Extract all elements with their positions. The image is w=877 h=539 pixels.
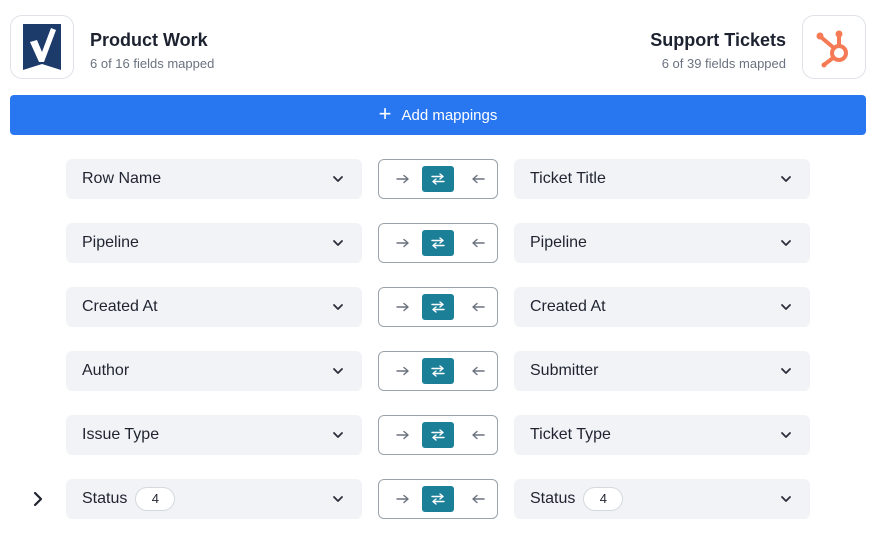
- right-field-select[interactable]: Ticket Title: [514, 159, 810, 199]
- sync-bidirectional-icon[interactable]: [422, 358, 454, 384]
- mapping-row: Status 4 Status 4: [0, 479, 877, 519]
- chevron-down-icon: [780, 364, 792, 376]
- sync-direction-control: [378, 479, 498, 519]
- smartsheet-logo-icon: [10, 15, 74, 79]
- mapping-row: Pipeline Pipeline: [0, 223, 877, 263]
- right-field-select[interactable]: Status 4: [514, 479, 810, 519]
- right-field-select[interactable]: Pipeline: [514, 223, 810, 263]
- chevron-down-icon: [780, 236, 792, 248]
- sync-right-to-left-icon[interactable]: [462, 358, 494, 384]
- left-field-label: Pipeline: [82, 234, 139, 251]
- chevron-down-icon: [780, 428, 792, 440]
- sync-left-to-right-icon[interactable]: [387, 166, 419, 192]
- left-field-select[interactable]: Pipeline: [66, 223, 362, 263]
- right-field-count-badge: 4: [583, 487, 624, 511]
- sync-right-to-left-icon[interactable]: [462, 166, 494, 192]
- sync-left-to-right-icon[interactable]: [387, 422, 419, 448]
- left-field-count-badge: 4: [135, 487, 176, 511]
- right-field-label: Submitter: [530, 362, 599, 379]
- sync-direction-control: [378, 223, 498, 263]
- right-app-name: Support Tickets: [650, 30, 786, 50]
- right-field-select[interactable]: Submitter: [514, 351, 810, 391]
- left-field-label: Status: [82, 490, 128, 507]
- sync-bidirectional-icon[interactable]: [422, 166, 454, 192]
- sync-right-to-left-icon[interactable]: [462, 294, 494, 320]
- sync-left-to-right-icon[interactable]: [387, 294, 419, 320]
- right-field-label: Pipeline: [530, 234, 587, 251]
- sync-bidirectional-icon[interactable]: [422, 294, 454, 320]
- left-field-select[interactable]: Author: [66, 351, 362, 391]
- right-field-label: Ticket Title: [530, 170, 606, 187]
- left-field-select[interactable]: Issue Type: [66, 415, 362, 455]
- chevron-down-icon: [780, 300, 792, 312]
- left-field-label: Author: [82, 362, 130, 379]
- right-field-select[interactable]: Ticket Type: [514, 415, 810, 455]
- left-field-select[interactable]: Status 4: [66, 479, 362, 519]
- right-app-mapped-count: 6 of 39 fields mapped: [661, 56, 786, 71]
- left-field-label: Row Name: [82, 170, 162, 187]
- sync-left-to-right-icon[interactable]: [387, 230, 419, 256]
- hubspot-logo-icon: [802, 15, 866, 79]
- mapping-row: Issue Type Ticket Type: [0, 415, 877, 455]
- right-field-select[interactable]: Created At: [514, 287, 810, 327]
- sync-direction-control: [378, 159, 498, 199]
- left-field-select[interactable]: Row Name: [66, 159, 362, 199]
- right-field-label: Created At: [530, 298, 606, 315]
- expand-row-chevron-right-icon[interactable]: [30, 491, 46, 507]
- chevron-down-icon: [332, 236, 344, 248]
- left-app-name: Product Work: [90, 30, 208, 50]
- mapping-header: Product Work 6 of 16 fields mapped Suppo…: [0, 0, 877, 95]
- sync-bidirectional-icon[interactable]: [422, 422, 454, 448]
- left-app-mapped-count: 6 of 16 fields mapped: [90, 56, 215, 71]
- sync-right-to-left-icon[interactable]: [462, 422, 494, 448]
- right-field-label: Ticket Type: [530, 426, 611, 443]
- sync-left-to-right-icon[interactable]: [387, 358, 419, 384]
- chevron-down-icon: [332, 492, 344, 504]
- sync-right-to-left-icon[interactable]: [462, 230, 494, 256]
- sync-right-to-left-icon[interactable]: [462, 486, 494, 512]
- chevron-down-icon: [332, 300, 344, 312]
- left-field-select[interactable]: Created At: [66, 287, 362, 327]
- right-field-label: Status: [530, 490, 576, 507]
- sync-bidirectional-icon[interactable]: [422, 486, 454, 512]
- mapping-row: Author Submitter: [0, 351, 877, 391]
- sync-bidirectional-icon[interactable]: [422, 230, 454, 256]
- plus-icon: +: [378, 101, 392, 126]
- sync-left-to-right-icon[interactable]: [387, 486, 419, 512]
- chevron-down-icon: [332, 364, 344, 376]
- chevron-down-icon: [332, 428, 344, 440]
- mapping-row: Row Name Ticket Title: [0, 159, 877, 199]
- sync-direction-control: [378, 415, 498, 455]
- sync-direction-control: [378, 351, 498, 391]
- chevron-down-icon: [780, 492, 792, 504]
- mapping-row: Created At Created At: [0, 287, 877, 327]
- chevron-down-icon: [332, 172, 344, 184]
- sync-direction-control: [378, 287, 498, 327]
- left-field-label: Issue Type: [82, 426, 160, 443]
- chevron-down-icon: [780, 172, 792, 184]
- add-mappings-button[interactable]: + Add mappings: [10, 95, 866, 135]
- left-field-label: Created At: [82, 298, 158, 315]
- add-mappings-label: Add mappings: [401, 106, 498, 124]
